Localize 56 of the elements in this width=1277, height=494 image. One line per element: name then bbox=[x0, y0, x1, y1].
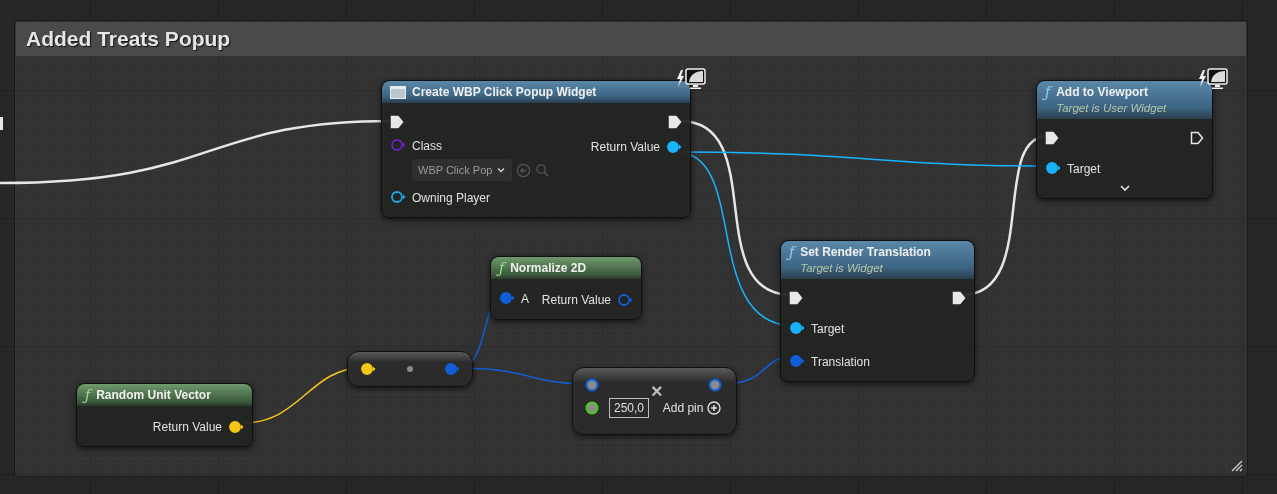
node-subtitle: Target is User Widget bbox=[1056, 101, 1167, 115]
pin-label: Return Value bbox=[152, 419, 222, 436]
node-header[interactable]: Create WBP Click Popup Widget bbox=[382, 81, 690, 103]
data-pin-icon[interactable] bbox=[708, 378, 724, 392]
dot-icon bbox=[407, 366, 413, 372]
node-title: Set Render Translation bbox=[800, 244, 931, 261]
function-node[interactable]: ƒ Random Unit Vector Return Value bbox=[76, 383, 253, 447]
conversion-node[interactable] bbox=[347, 351, 473, 387]
node-title: Random Unit Vector bbox=[96, 387, 211, 404]
pin-label: Class bbox=[412, 138, 443, 155]
exec-pin-icon[interactable] bbox=[668, 115, 682, 129]
comment-title: Added Treats Popup bbox=[26, 26, 231, 53]
node-subtitle: Target is Widget bbox=[800, 261, 884, 275]
pin-label: Owning Player bbox=[412, 190, 491, 207]
data-pin-icon[interactable] bbox=[666, 140, 682, 154]
data-pin-icon[interactable] bbox=[585, 401, 601, 415]
node-header[interactable]: ƒ Random Unit Vector bbox=[77, 384, 252, 406]
node-header[interactable]: ƒ Add to Viewport Target is User Widget bbox=[1037, 81, 1212, 119]
pin-label: Return Value bbox=[590, 139, 660, 156]
function-node[interactable]: ƒ Set Render Translation Target is Widget Target Translation bbox=[780, 240, 975, 382]
class-dropdown[interactable]: WBP Click Pop bbox=[412, 159, 513, 181]
exec-pin-icon[interactable] bbox=[1045, 131, 1059, 145]
chevron-down-icon bbox=[496, 165, 507, 175]
data-pin-icon[interactable] bbox=[585, 378, 601, 392]
exec-pin-icon[interactable] bbox=[789, 291, 803, 305]
node-title: Create WBP Click Popup Widget bbox=[412, 84, 597, 101]
function-node[interactable]: ƒ Normalize 2D A Return Value bbox=[490, 256, 642, 320]
exec-pin-icon[interactable] bbox=[952, 291, 966, 305]
node-title: Add to Viewport bbox=[1056, 84, 1149, 101]
resize-grip-icon[interactable] bbox=[1231, 460, 1243, 472]
pin-label: Target bbox=[1067, 161, 1101, 178]
node-header[interactable]: ƒ Normalize 2D bbox=[491, 257, 641, 279]
data-pin-icon[interactable] bbox=[390, 190, 406, 204]
comment-header[interactable]: Added Treats Popup bbox=[16, 22, 1246, 56]
multiply-symbol: × bbox=[651, 382, 663, 400]
data-pin-icon[interactable] bbox=[789, 321, 805, 335]
node-edge bbox=[0, 117, 3, 130]
function-node[interactable]: Create WBP Click Popup Widget Class WBP Click Pop Owning Player Return Value bbox=[381, 80, 691, 218]
data-pin-icon[interactable] bbox=[360, 362, 376, 376]
pin-label: A bbox=[521, 291, 529, 308]
data-pin-icon[interactable] bbox=[1045, 161, 1061, 175]
data-pin-icon[interactable] bbox=[228, 420, 244, 434]
add-pin-button[interactable]: Add pin bbox=[662, 399, 722, 417]
pin-label: Translation bbox=[811, 354, 870, 371]
expand-chevron-icon[interactable] bbox=[1118, 184, 1131, 192]
value-field[interactable]: 250,0 bbox=[609, 398, 650, 418]
node-title: Normalize 2D bbox=[510, 260, 587, 277]
multiply-node[interactable]: 250,0 × Add pin bbox=[572, 367, 737, 435]
widget-icon bbox=[390, 86, 406, 99]
exec-pin-icon[interactable] bbox=[1190, 131, 1204, 145]
node-header[interactable]: ƒ Set Render Translation Target is Widget bbox=[781, 241, 974, 279]
plus-circle-icon bbox=[707, 401, 722, 415]
exec-pin-icon[interactable] bbox=[390, 115, 404, 129]
pin-label: Return Value bbox=[541, 292, 611, 309]
pin-label: Target bbox=[811, 321, 845, 338]
function-node[interactable]: ƒ Add to Viewport Target is User Widget Target bbox=[1036, 80, 1213, 199]
